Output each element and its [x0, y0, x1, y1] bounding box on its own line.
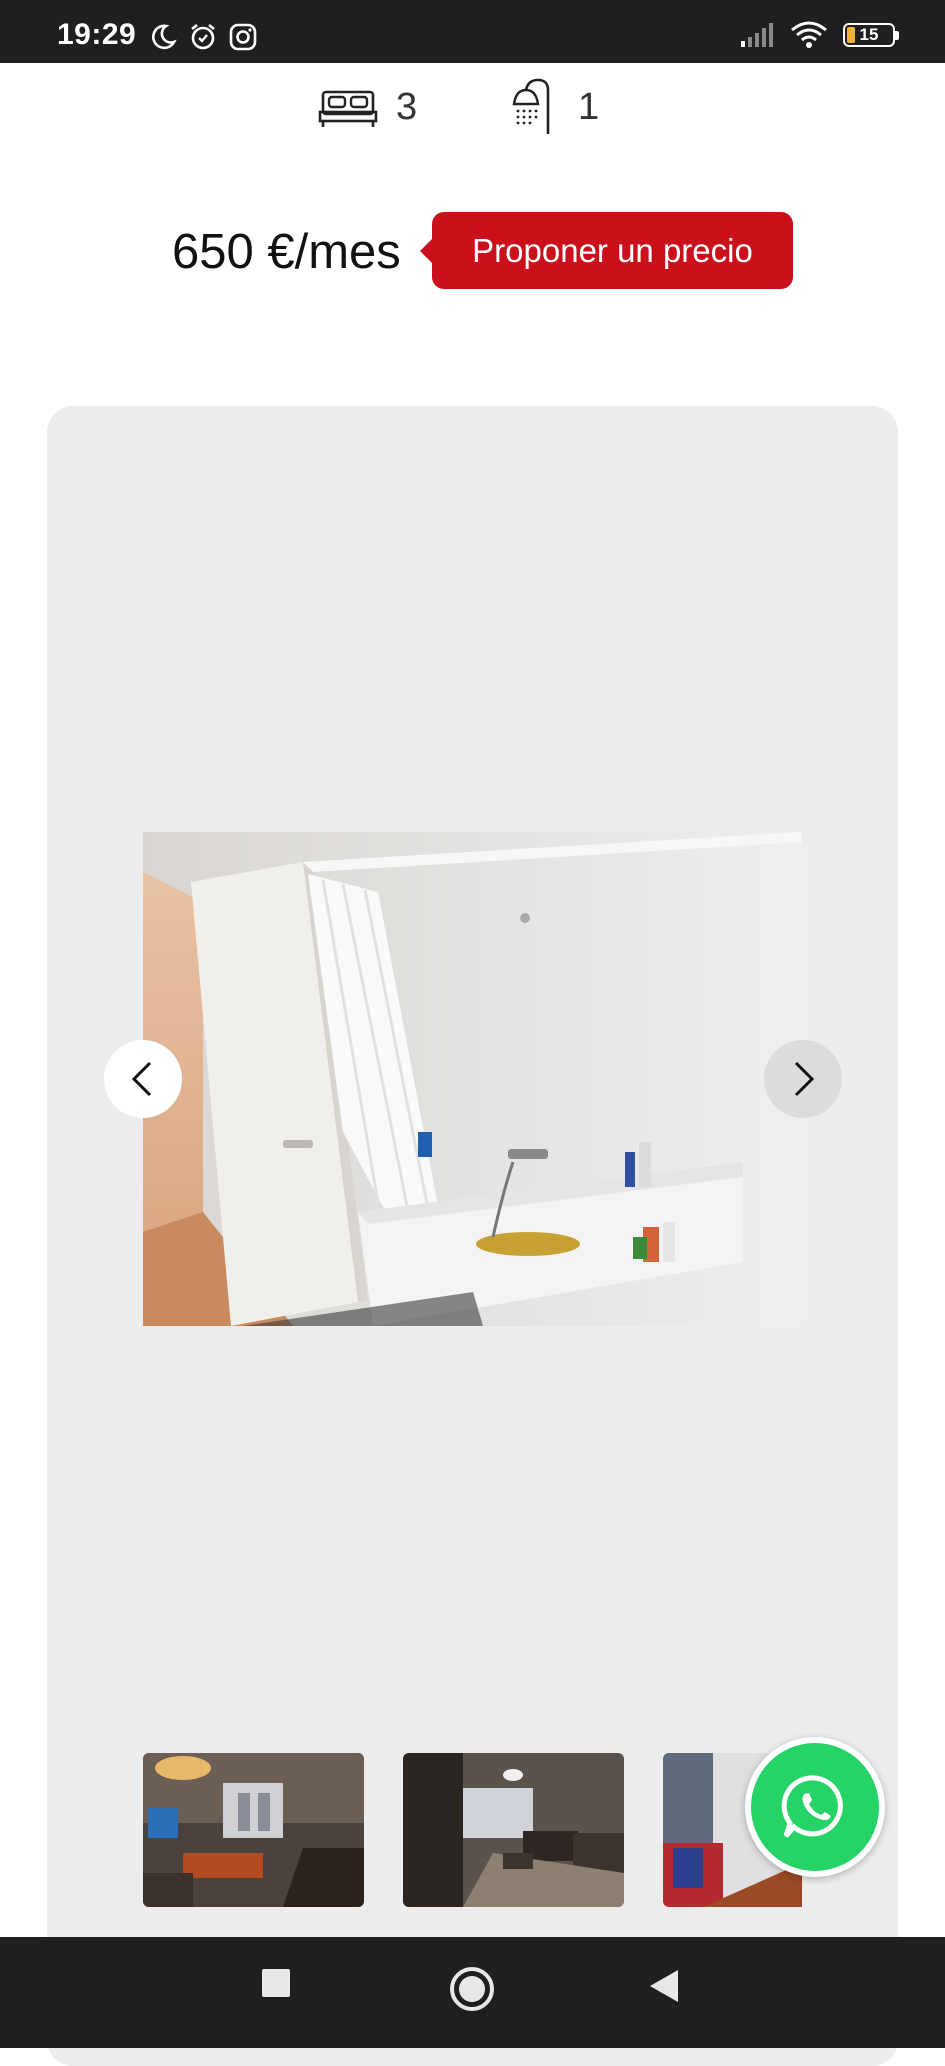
- home-circle-icon: [450, 1967, 494, 2011]
- whatsapp-button[interactable]: [745, 1737, 885, 1877]
- chevron-right-icon: [794, 1061, 815, 1097]
- bedrooms-feature: 3: [318, 84, 417, 130]
- battery-level: 15: [859, 25, 879, 44]
- signal-icon: [741, 23, 773, 47]
- alarm-icon: [191, 23, 215, 50]
- chevron-left-icon: [131, 1061, 152, 1097]
- bathrooms-count: 1: [578, 85, 600, 128]
- moon-icon: [151, 24, 177, 50]
- recents-button[interactable]: [262, 1969, 290, 2002]
- status-time: 19:29: [57, 18, 137, 51]
- bedrooms-count: 3: [396, 85, 418, 128]
- property-features: 3 1: [0, 78, 945, 138]
- status-icons-right: 15: [739, 20, 899, 50]
- instagram-icon: [229, 23, 257, 51]
- whatsapp-icon: [781, 1775, 843, 1838]
- whatsapp-button-inner: [751, 1743, 879, 1871]
- living-room-photo-1: [143, 1753, 364, 1907]
- thumbnail-2[interactable]: [403, 1753, 624, 1907]
- battery-icon: 15: [843, 23, 899, 47]
- main-photo[interactable]: [143, 832, 802, 1326]
- status-bar: 19:29 15: [0, 0, 945, 63]
- price-row: 650 €/mes Proponer un precio: [0, 212, 945, 292]
- bed-icon: [318, 90, 378, 127]
- thumbnail-1[interactable]: [143, 1753, 364, 1907]
- recents-square-icon: [262, 1969, 290, 1997]
- bathrooms-feature: 1: [508, 78, 599, 136]
- status-icons-left: [148, 22, 258, 52]
- back-triangle-icon: [650, 1970, 678, 2002]
- living-room-photo-2: [403, 1753, 624, 1907]
- wifi-icon: [791, 21, 827, 48]
- bathroom-photo: [143, 832, 802, 1326]
- thumbnail-strip: [143, 1753, 843, 1908]
- back-button[interactable]: [650, 1970, 680, 2007]
- next-photo-button[interactable]: [764, 1040, 842, 1118]
- propose-price-button[interactable]: Proponer un precio: [420, 212, 793, 289]
- home-button[interactable]: [449, 1966, 495, 2017]
- prev-photo-button[interactable]: [104, 1040, 182, 1118]
- shower-icon: [512, 78, 550, 134]
- system-nav-bar: [0, 1937, 945, 2048]
- price: 650 €/mes: [172, 225, 401, 279]
